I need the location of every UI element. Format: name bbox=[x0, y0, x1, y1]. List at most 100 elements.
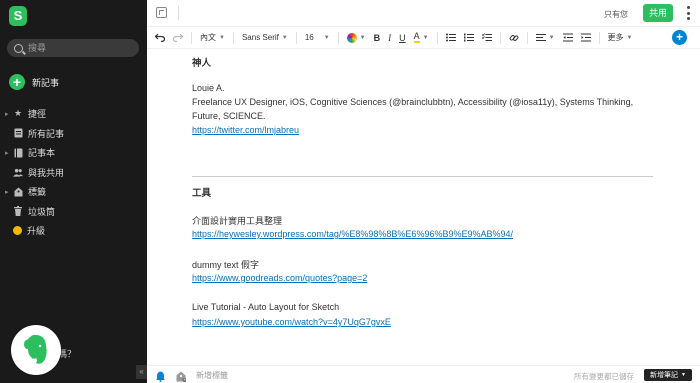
tool-title: Live Tutorial - Auto Layout for Sketch bbox=[192, 302, 340, 312]
person-description: Freelance UX Designer, iOS, Cognitive Sc… bbox=[192, 97, 634, 107]
divider bbox=[499, 31, 501, 44]
sidebar-item-trash[interactable]: 垃圾筒 bbox=[0, 202, 147, 222]
numbered-list-icon[interactable] bbox=[463, 30, 474, 46]
collapse-sidebar-button[interactable]: « bbox=[136, 365, 147, 379]
new-note-footer-label: 新增筆記 bbox=[650, 372, 679, 379]
divider bbox=[295, 31, 297, 44]
sidebar-item-label: 記事本 bbox=[28, 148, 56, 159]
highlight-icon: A bbox=[413, 31, 420, 43]
chevron-down-icon: ▼ bbox=[323, 34, 330, 41]
section-heading: 工具 bbox=[192, 188, 212, 199]
italic-button[interactable]: I bbox=[388, 30, 391, 46]
trash-icon bbox=[13, 206, 23, 217]
color-wheel-icon bbox=[346, 32, 357, 43]
star-icon: ★ bbox=[13, 108, 23, 119]
divider bbox=[232, 31, 234, 44]
divider bbox=[337, 31, 339, 44]
link-icon[interactable] bbox=[509, 30, 519, 46]
add-tag-input[interactable]: 新增標籤 bbox=[196, 370, 228, 381]
reminder-bell-icon[interactable] bbox=[156, 369, 165, 382]
sidebar-item-tags[interactable]: ▸ 標籤 bbox=[0, 182, 147, 202]
font-style-value: 內文 bbox=[200, 33, 216, 42]
tag-icon bbox=[13, 187, 23, 197]
sidebar-item-label: 標籤 bbox=[28, 187, 47, 198]
tool-link[interactable]: https://heywesley.wordpress.com/tag/%E8%… bbox=[192, 229, 513, 239]
chevron-down-icon: ▼ bbox=[422, 34, 429, 41]
tool-title: dummy text 假字 bbox=[192, 260, 260, 270]
new-note-label: 新記事 bbox=[32, 77, 60, 88]
align-select[interactable]: ▼ bbox=[535, 30, 555, 46]
people-icon bbox=[13, 167, 23, 177]
font-style-select[interactable]: 內文 ▼ bbox=[200, 30, 225, 46]
chevron-down-icon: ▼ bbox=[359, 34, 366, 41]
person-description: Future, SCIENCE. bbox=[192, 111, 266, 121]
new-note-button[interactable]: + 新記事 bbox=[9, 74, 59, 90]
search-box[interactable] bbox=[7, 39, 139, 57]
tool-title: 介面設計實用工具整理 bbox=[192, 216, 283, 226]
text-color-picker[interactable]: ▼ bbox=[346, 30, 366, 46]
search-input[interactable] bbox=[28, 43, 128, 53]
expand-icon[interactable] bbox=[156, 7, 167, 18]
expand-arrow-icon[interactable]: ▸ bbox=[5, 110, 13, 118]
save-status: 所有變更都已儲存 bbox=[574, 372, 634, 381]
visibility-label: 只有您 bbox=[604, 10, 628, 19]
horizontal-rule bbox=[192, 176, 653, 177]
checklist-icon[interactable] bbox=[481, 30, 492, 46]
sidebar-item-label: 捷徑 bbox=[28, 109, 47, 120]
evernote-app: S + 新記事 ▸ ★ 捷徑 所有記事 ▸ bbox=[0, 0, 700, 383]
search-icon bbox=[14, 43, 23, 53]
chevron-down-icon: ▼ bbox=[681, 372, 686, 378]
sidebar-item-label: 升級 bbox=[27, 226, 46, 237]
outdent-icon[interactable] bbox=[562, 30, 573, 46]
indent-icon[interactable] bbox=[580, 30, 591, 46]
chevron-down-icon: ▼ bbox=[626, 34, 633, 41]
person-link[interactable]: https://twitter.com/lmjabreu bbox=[192, 125, 299, 135]
new-note-footer-button[interactable]: 新增筆記 ▼ bbox=[644, 369, 692, 381]
divider bbox=[436, 31, 438, 44]
tool-link[interactable]: https://www.goodreads.com/quotes?page=2 bbox=[192, 273, 367, 283]
chevron-down-icon: ▼ bbox=[548, 34, 555, 41]
person-name: Louie A. bbox=[192, 83, 225, 93]
notebook-icon bbox=[13, 148, 23, 158]
note-header: 只有您 共用 bbox=[147, 0, 700, 27]
sidebar-item-upgrade[interactable]: 升級 bbox=[0, 221, 147, 241]
font-family-select[interactable]: Sans Serif ▼ bbox=[242, 30, 288, 46]
sidebar-item-shared[interactable]: 與我共用 bbox=[0, 163, 147, 183]
bold-button[interactable]: B bbox=[374, 30, 381, 46]
share-button[interactable]: 共用 bbox=[643, 4, 673, 22]
bullet-list-icon[interactable] bbox=[445, 30, 456, 46]
chevron-down-icon: ▼ bbox=[281, 34, 288, 41]
align-left-icon bbox=[535, 34, 546, 41]
sidebar-item-all-notes[interactable]: 所有記事 bbox=[0, 124, 147, 144]
divider bbox=[191, 31, 192, 44]
note-footer: + 新增標籤 所有變更都已儲存 新增筆記 ▼ bbox=[147, 365, 700, 383]
insert-plus-icon[interactable]: + bbox=[672, 30, 687, 45]
sidebar: S + 新記事 ▸ ★ 捷徑 所有記事 ▸ bbox=[0, 0, 147, 383]
expand-arrow-icon[interactable]: ▸ bbox=[5, 188, 13, 196]
more-formatting-button[interactable]: 更多 ▼ bbox=[608, 30, 633, 46]
highlight-button[interactable]: A ▼ bbox=[413, 30, 429, 46]
sidebar-item-label: 所有記事 bbox=[28, 128, 65, 139]
tag-icon[interactable]: + bbox=[176, 369, 187, 383]
evernote-logo[interactable]: S bbox=[9, 6, 27, 26]
format-toolbar: 內文 ▼ Sans Serif ▼ 16 ▼ ▼ B I U A ▼ ▼ 更多 … bbox=[147, 27, 700, 49]
sidebar-item-label: 垃圾筒 bbox=[28, 206, 56, 217]
undo-icon[interactable] bbox=[155, 30, 165, 46]
font-size-select[interactable]: 16 ▼ bbox=[305, 30, 330, 46]
sidebar-item-label: 與我共用 bbox=[28, 167, 65, 178]
divider bbox=[526, 31, 528, 44]
redo-icon[interactable] bbox=[173, 30, 183, 46]
font-family-value: Sans Serif bbox=[241, 33, 279, 42]
expand-arrow-icon[interactable]: ▸ bbox=[5, 149, 13, 157]
tool-link[interactable]: https://www.youtube.com/watch?v=4y7UqG7g… bbox=[192, 317, 391, 327]
sidebar-item-shortcuts[interactable]: ▸ ★ 捷徑 bbox=[0, 104, 147, 124]
chevron-down-icon: ▼ bbox=[219, 34, 225, 41]
divider bbox=[598, 31, 600, 44]
underline-button[interactable]: U bbox=[399, 30, 406, 46]
font-size-value: 16 bbox=[304, 33, 314, 42]
divider bbox=[178, 6, 179, 20]
svg-text:+: + bbox=[183, 378, 185, 382]
sidebar-item-notebooks[interactable]: ▸ 記事本 bbox=[0, 143, 147, 163]
more-options-icon[interactable] bbox=[686, 6, 690, 20]
evernote-elephant-logo[interactable] bbox=[11, 325, 61, 375]
